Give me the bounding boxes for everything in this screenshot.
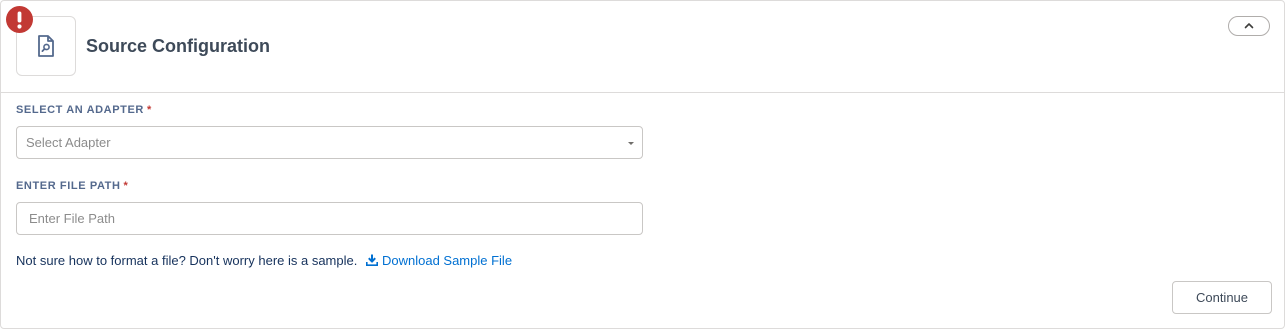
required-marker: *: [123, 180, 129, 192]
chevron-up-icon: [1244, 23, 1254, 29]
sample-help-row: Not sure how to format a file? Don't wor…: [16, 252, 512, 269]
adapter-select[interactable]: Select Adapter: [16, 126, 643, 159]
file-search-icon: [38, 35, 54, 57]
error-icon: [6, 6, 33, 33]
file-path-input[interactable]: [16, 202, 643, 235]
download-sample-link[interactable]: Download Sample File: [365, 253, 513, 268]
collapse-button[interactable]: [1228, 16, 1270, 36]
file-path-label: ENTER FILE PATH *: [16, 179, 128, 193]
required-marker: *: [146, 104, 152, 116]
download-sample-link-label: Download Sample File: [381, 253, 513, 268]
help-text: Not sure how to format a file? Don't wor…: [16, 253, 358, 268]
source-configuration-card: Source Configuration SELECT AN ADAPTER * …: [0, 0, 1285, 329]
caret-down-icon: [628, 142, 634, 145]
file-path-label-text: ENTER FILE PATH: [16, 180, 121, 192]
adapter-select-placeholder: Select Adapter: [26, 135, 111, 150]
adapter-label-text: SELECT AN ADAPTER: [16, 104, 144, 116]
page-title: Source Configuration: [86, 36, 270, 56]
adapter-label: SELECT AN ADAPTER *: [16, 103, 152, 117]
card-header: Source Configuration: [1, 1, 1284, 93]
download-icon: [365, 254, 378, 266]
continue-button[interactable]: Continue: [1172, 281, 1272, 314]
